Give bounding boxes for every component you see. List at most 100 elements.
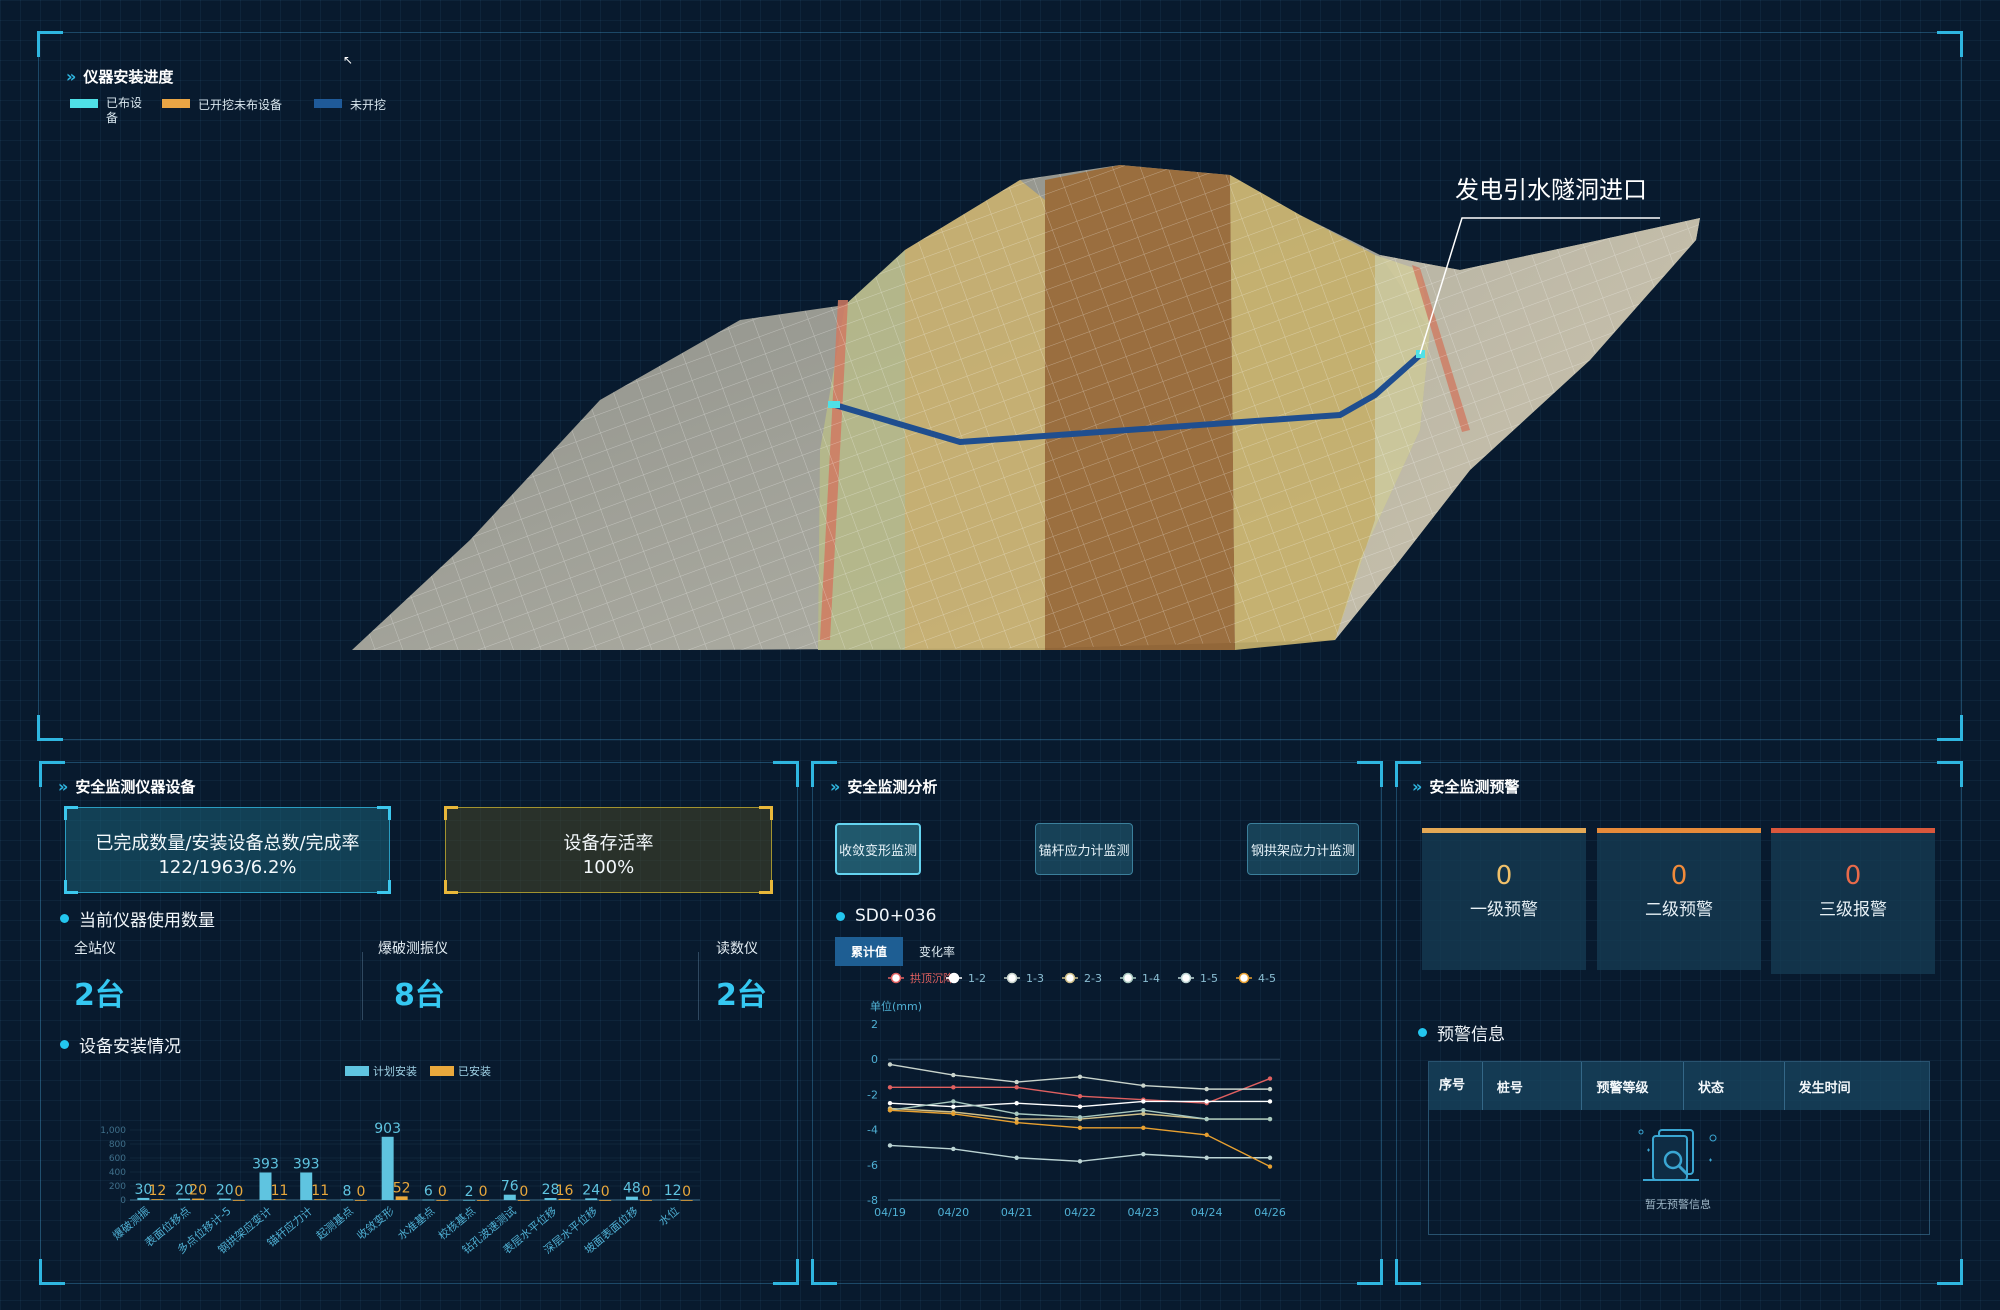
data-point [1077,1159,1083,1164]
col-header-status[interactable]: 状态 [1684,1062,1785,1110]
bar [666,1199,679,1200]
x-category-label: 水准基点 [395,1204,437,1242]
warning-table-header: 序号 桩号 预警等级 状态 发生时间 [1429,1062,1929,1110]
usage-section-title: 当前仪器使用数量 [60,906,215,931]
data-point [1267,1116,1273,1122]
legend-swatch [162,99,190,108]
bar [477,1200,490,1201]
data-point [1014,1155,1019,1160]
col-header-seq[interactable]: 序号 [1429,1062,1483,1110]
legend-item-installed[interactable]: 已布设备 [70,96,148,126]
legend-item-excavated[interactable]: 已开挖未布设备 [162,96,300,126]
warning-level-1-card[interactable]: 0 一级预警 [1422,828,1586,970]
bar-value-label: 12 [664,1183,682,1199]
bar [273,1199,286,1201]
install-bar-chart[interactable]: 计划安装 已安装02004006008001,0003012爆破测振2020表面位… [90,1058,720,1258]
bar-value-label: 903 [374,1121,401,1137]
bar-value-label: 0 [682,1184,691,1200]
data-point [1077,1074,1083,1079]
legend-marker [1238,972,1250,984]
bar [395,1196,408,1200]
data-point [951,1111,956,1116]
col-header-time[interactable]: 发生时间 [1785,1062,1929,1110]
completion-value: 122/1963/6.2% [158,857,297,878]
legend-marker [1006,972,1018,984]
instrument-total-station: 全站仪 2台 [74,941,125,1013]
warning-info-title: 预警信息 [1418,1020,1505,1045]
data-point [1141,1125,1146,1131]
col-header-station[interactable]: 桩号 [1483,1062,1583,1110]
survival-label: 设备存活率 [563,833,654,854]
bar-value-label: 0 [438,1184,447,1200]
warning-level-2-card[interactable]: 0 二级预警 [1597,828,1761,970]
x-category-label: 锚杆应力计 [264,1204,315,1250]
legend-marker [1064,972,1076,984]
data-point [887,1062,893,1067]
data-point [1267,1086,1273,1092]
legend-item-unexcavated[interactable]: 未开挖 [314,96,386,126]
convergence-line-chart[interactable]: 拱顶沉降 1-2 1-3 2-3 1-4 1-5 4-5单位(mm)20-2-4-6-804… [850,962,1330,1228]
instrument-blast-vibrometer: 爆破测振仪 8台 [378,941,448,1013]
alarm-level-3-label: 三级报警 [1819,900,1887,920]
x-category-label: 水位 [656,1204,682,1229]
y-tick-label: 200 [109,1182,126,1192]
y-tick-label: 400 [109,1168,126,1178]
warning-level-2-count: 0 [1670,861,1688,891]
empty-warning-text: 暂无预警信息 [1645,1198,1711,1211]
bullet-dot-icon [60,914,69,923]
bar [517,1200,530,1201]
y-tick-label: 1,000 [100,1126,126,1136]
data-point [1204,1116,1209,1122]
bar [599,1200,612,1201]
bar-value-label: 11 [311,1183,329,1199]
legend-label: 1-2 [968,972,986,985]
x-tick-label: 04/22 [1064,1206,1096,1219]
bar-value-label: 0 [234,1184,243,1200]
survival-stat[interactable]: 设备存活率 100% [444,806,773,894]
data-point [951,1099,956,1104]
middle-panel-title: » 安全监测分析 [830,777,938,796]
bar [639,1200,652,1201]
data-point [1014,1120,1019,1125]
y-tick-label: 0 [871,1053,878,1066]
completion-stat[interactable]: 已完成数量/安装设备总数/完成率 122/1963/6.2% [64,806,391,894]
bar [422,1199,435,1201]
legend-label: 4-5 [1258,972,1276,985]
data-point [887,1101,893,1106]
chevron-right-icon: » [1412,777,1423,796]
bar [558,1198,571,1200]
terrain-3d-model[interactable] [300,150,1720,670]
data-point [1204,1132,1209,1138]
x-tick-label: 04/26 [1254,1206,1286,1219]
progress-legend: 已布设备 已开挖未布设备 未开挖 [70,96,386,126]
survival-value: 100% [582,857,635,878]
tab-convergence[interactable]: 收敛变形监测 [835,823,921,875]
alarm-level-3-card[interactable]: 0 三级报警 [1771,828,1935,974]
x-category-label: 收敛变形 [354,1204,397,1243]
empty-document-icon [1638,1129,1717,1181]
bar [340,1199,353,1201]
bar [314,1199,327,1201]
bar-value-label: 0 [641,1184,650,1200]
right-panel-title: » 安全监测预警 [1412,777,1520,796]
bar-value-label: 393 [293,1156,320,1172]
col-header-level[interactable]: 预警等级 [1582,1062,1685,1110]
install-section-title: 设备安装情况 [60,1032,181,1057]
bar [436,1200,449,1201]
data-point [1267,1155,1273,1160]
top-panel-title: » 仪器安装进度 [66,67,174,86]
bar [503,1194,516,1200]
data-point [1204,1086,1209,1092]
legend-label: 1-4 [1142,972,1160,985]
x-tick-label: 04/23 [1127,1206,1159,1219]
card-accent-bar [1771,828,1935,833]
tab-steel-arch-stress[interactable]: 钢拱架应力计监测 [1247,823,1359,875]
tab-anchor-stress[interactable]: 锚杆应力计监测 [1035,823,1133,875]
y-tick-label: -4 [867,1124,878,1137]
bullet-dot-icon [60,1040,69,1049]
divider [362,952,363,1020]
tunnel-entrance-label: 发电引水隧洞进口 [1455,176,1647,204]
tunnel-start-marker[interactable] [828,401,840,408]
warning-level-1-label: 一级预警 [1470,900,1538,920]
data-point [887,1085,893,1090]
